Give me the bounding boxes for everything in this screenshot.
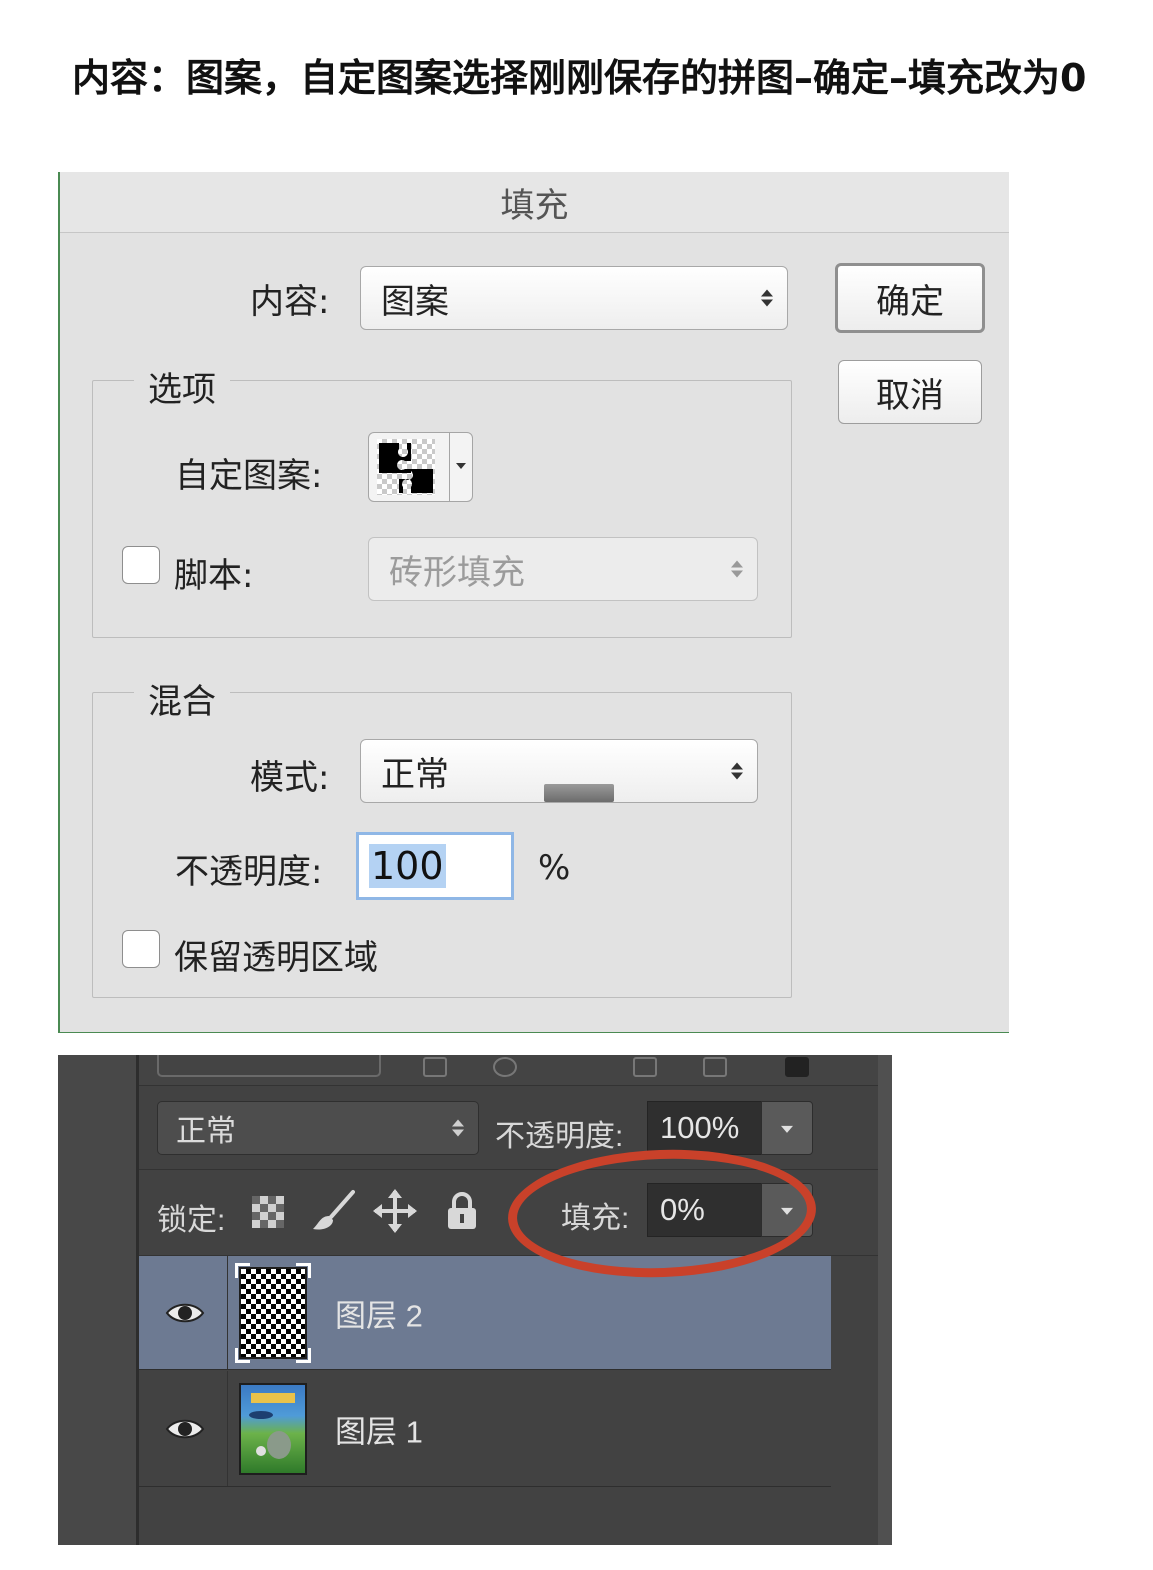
chevron-down-icon [781, 1125, 793, 1133]
filter-select[interactable] [157, 1055, 381, 1077]
layer-name[interactable]: 图层 1 [335, 1406, 423, 1451]
filter-icon[interactable] [423, 1057, 447, 1077]
blend-legend: 混合 [134, 674, 230, 723]
lock-move-icon[interactable] [373, 1189, 417, 1233]
eye-icon[interactable] [165, 1416, 205, 1442]
opacity-unit: % [538, 848, 571, 888]
filter-toggle[interactable] [785, 1057, 809, 1077]
layer-opacity-value: 100% [660, 1110, 740, 1145]
layer-opacity-input[interactable]: 100% [647, 1101, 763, 1155]
eye-icon[interactable] [165, 1300, 205, 1326]
select-arrows-icon [452, 1119, 464, 1137]
instruction-text: 内容：图案，自定图案选择刚刚保存的拼图–确定–填充改为0 [72, 56, 1087, 100]
layer-thumbnail [239, 1382, 307, 1475]
layer-row[interactable]: 图层 1 [139, 1371, 831, 1487]
layer-thumbnail [235, 1262, 311, 1363]
content-label: 内容: [250, 282, 330, 322]
lock-brush-icon[interactable] [309, 1189, 355, 1235]
script-select-value: 砖形填充 [389, 552, 525, 593]
cancel-button[interactable]: 取消 [838, 360, 982, 424]
layers-panel: 正常 不透明度: 100% 锁定: 填充: 0% 图层 2 图层 1 [58, 1055, 892, 1545]
options-legend: 选项 [134, 362, 230, 411]
puzzle-pattern-icon [379, 443, 433, 493]
blend-mode-value: 正常 [176, 1115, 236, 1148]
script-label: 脚本: [174, 556, 254, 596]
opacity-label: 不透明度: [175, 852, 323, 892]
preserve-transparency-checkbox[interactable] [122, 930, 160, 968]
layer-row[interactable]: 图层 2 [139, 1256, 831, 1370]
poster-image [249, 1392, 295, 1459]
filter-row [139, 1055, 878, 1086]
opacity-input-value: 100 [369, 844, 446, 888]
pattern-thumbnail [377, 439, 435, 495]
script-checkbox[interactable] [122, 546, 160, 584]
opacity-input[interactable]: 100 [356, 832, 514, 900]
ok-button[interactable]: 确定 [835, 263, 985, 333]
select-arrows-icon [731, 560, 743, 578]
filter-icon[interactable] [703, 1057, 727, 1077]
lock-transparent-icon[interactable] [251, 1195, 285, 1229]
scroll-indicator [544, 784, 614, 802]
panel-scrollbar[interactable] [878, 1055, 892, 1545]
filter-icon[interactable] [493, 1057, 517, 1077]
custom-pattern-label: 自定图案: [175, 456, 323, 496]
mode-label: 模式: [250, 758, 330, 798]
filter-icon[interactable] [633, 1057, 657, 1077]
blend-mode-select[interactable]: 正常 [157, 1101, 479, 1155]
content-select-value: 图案 [381, 281, 449, 322]
select-arrows-icon [731, 762, 743, 780]
dialog-title: 填充 [60, 172, 1009, 233]
content-select[interactable]: 图案 [360, 266, 788, 330]
custom-pattern-picker[interactable] [368, 432, 473, 502]
mode-select-value: 正常 [381, 754, 449, 795]
fill-dialog: 填充 内容: 图案 确定 取消 选项 自定图案: 脚本: 砖形填充 混合 模式:… [58, 172, 1009, 1033]
layer-name[interactable]: 图层 2 [335, 1290, 423, 1335]
layer-opacity-label: 不透明度: [495, 1120, 624, 1153]
layer-opacity-dropdown[interactable] [761, 1101, 813, 1155]
panel-left-strip [58, 1055, 139, 1545]
script-select[interactable]: 砖形填充 [368, 537, 758, 601]
lock-all-icon[interactable] [445, 1191, 479, 1231]
pattern-dropdown-icon [456, 463, 466, 469]
layers-panel-body: 正常 不透明度: 100% 锁定: 填充: 0% 图层 2 图层 1 [139, 1055, 878, 1545]
preserve-transparency-label: 保留透明区域 [174, 938, 378, 978]
lock-label: 锁定: [157, 1204, 226, 1237]
select-arrows-icon [761, 289, 773, 307]
